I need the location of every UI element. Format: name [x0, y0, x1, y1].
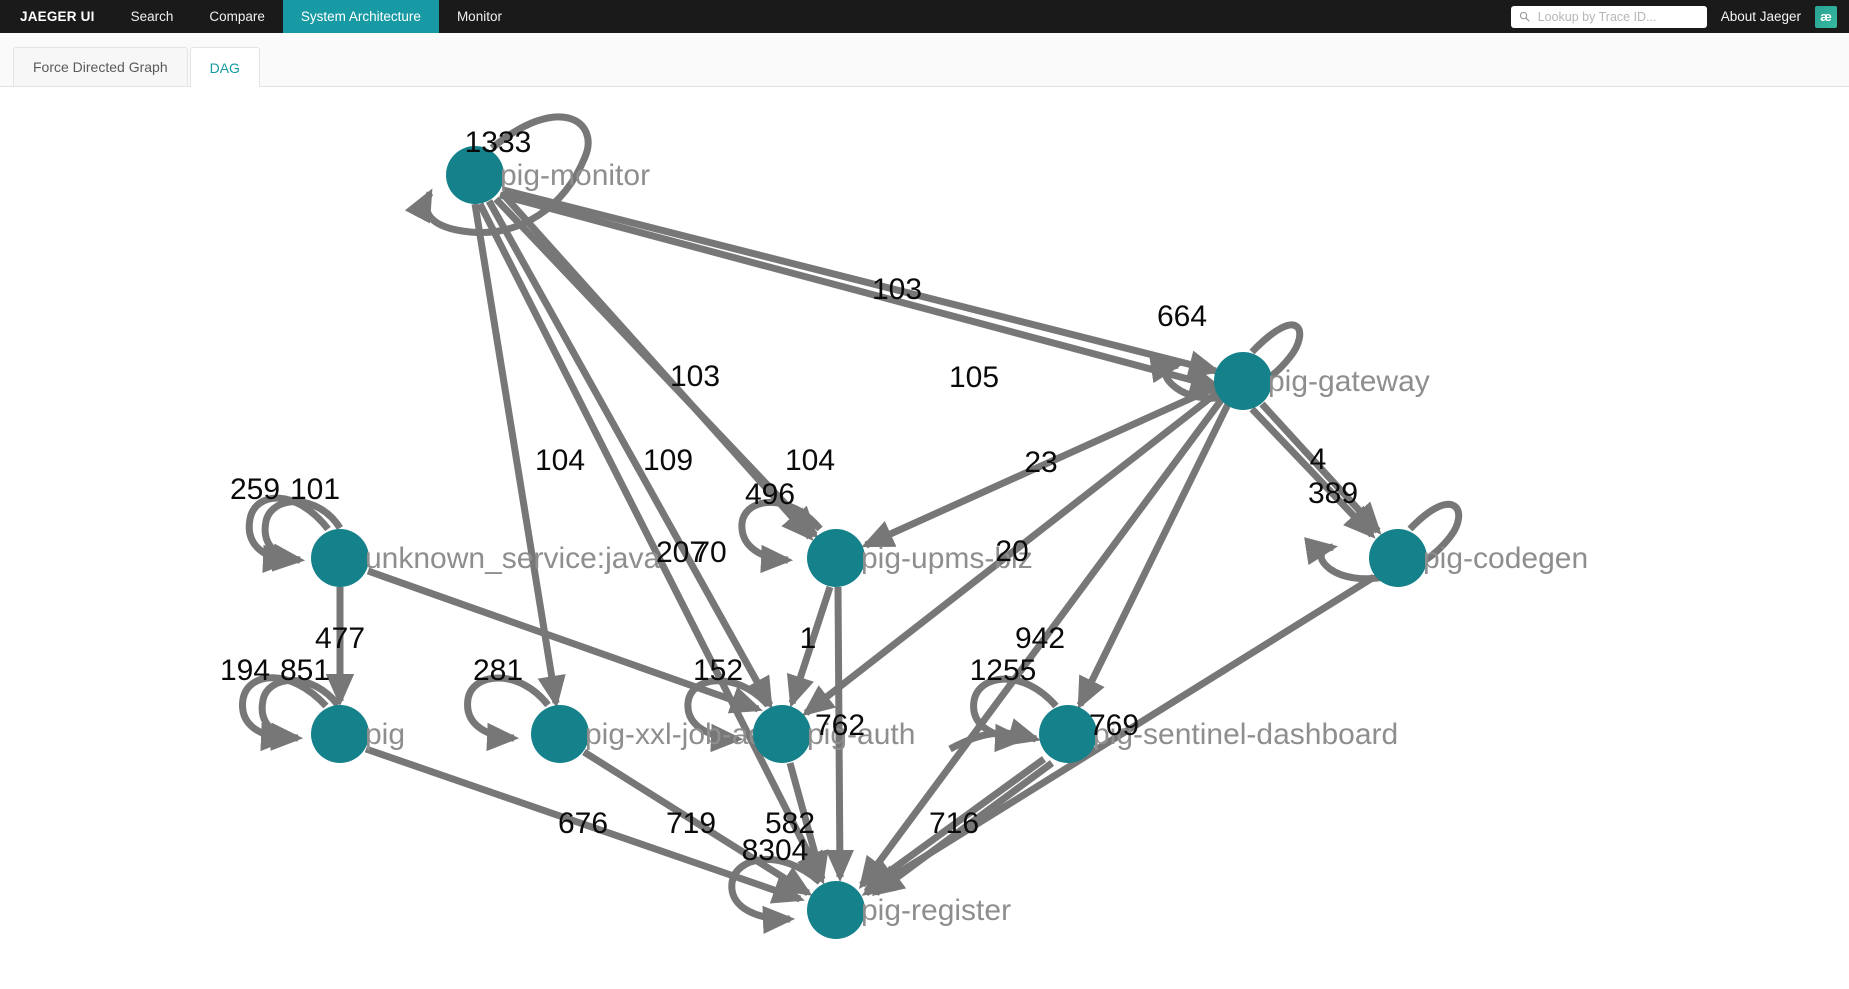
node-pig-codegen[interactable]: pig-codegen — [1369, 529, 1588, 587]
edge-label: 152 — [693, 654, 743, 687]
edge-label: 851 — [280, 654, 330, 687]
search-input[interactable] — [1535, 8, 1699, 25]
dag-svg: pig-monitor pig-gateway pig-codegen unkn… — [220, 113, 1588, 939]
edge-label: 676 — [558, 807, 608, 840]
node-circle-pig-gateway[interactable] — [1214, 352, 1272, 410]
edge-monitor-to-codegen — [499, 191, 1223, 394]
edge-label: 259 — [230, 473, 280, 506]
edge-label: 70 — [693, 536, 726, 569]
search-icon — [1519, 11, 1530, 22]
edge-label: 8304 — [742, 834, 809, 867]
node-circle-unknown-service-java[interactable] — [311, 529, 369, 587]
node-pig-register[interactable]: pig-register — [807, 881, 1011, 939]
edge-monitor-to-gateway — [502, 186, 1221, 379]
edge-label: 477 — [315, 622, 365, 655]
edge-label: 23 — [1024, 446, 1057, 479]
trace-id-search-box[interactable] — [1510, 5, 1707, 28]
node-circle-pig[interactable] — [311, 705, 369, 763]
node-label-pig-monitor: pig-monitor — [500, 159, 650, 192]
node-unknown-service-java[interactable]: unknown_service:java — [311, 529, 660, 587]
tab-force-directed-graph[interactable]: Force Directed Graph — [13, 47, 188, 86]
nav-item-monitor[interactable]: Monitor — [439, 0, 520, 33]
node-label-pig-codegen: pig-codegen — [1423, 542, 1588, 575]
node-label-pig-register: pig-register — [861, 894, 1011, 927]
node-circle-pig-upms-biz[interactable] — [807, 529, 865, 587]
jaeger-logo-icon[interactable]: æ — [1815, 5, 1837, 28]
about-jaeger-link[interactable]: About Jaeger — [1721, 9, 1801, 24]
node-circle-pig-register[interactable] — [807, 881, 865, 939]
edge-label: 1255 — [970, 654, 1037, 687]
view-tab-bar: Force Directed Graph DAG — [0, 33, 1849, 87]
node-pig-gateway[interactable]: pig-gateway — [1214, 352, 1430, 410]
node-circle-pig-codegen[interactable] — [1369, 529, 1427, 587]
edge-label: 194 — [220, 654, 270, 687]
nav-item-system-architecture[interactable]: System Architecture — [282, 0, 439, 33]
nav-item-compare[interactable]: Compare — [191, 0, 283, 33]
nav-item-search[interactable]: Search — [113, 0, 192, 33]
jaeger-ui-app: JAEGER UI Search Compare System Architec… — [0, 0, 1849, 989]
edge-label: 389 — [1308, 477, 1358, 510]
edge-label: 762 — [815, 709, 865, 742]
edge-label: 716 — [929, 807, 979, 840]
edge-label: 769 — [1089, 709, 1139, 742]
node-circle-pig-auth[interactable] — [753, 705, 811, 763]
node-circle-pig-xxl-job-admin[interactable] — [531, 705, 589, 763]
edge-label: 101 — [290, 473, 340, 506]
edge-label: 1 — [800, 622, 817, 655]
edge-label: 496 — [745, 478, 795, 511]
edge-label: 104 — [785, 444, 835, 477]
edge-label: 103 — [872, 273, 922, 306]
node-label-unknown-service-java: unknown_service:java — [365, 542, 660, 575]
brand-logo-text[interactable]: JAEGER UI — [0, 0, 113, 33]
edge-label: 719 — [666, 807, 716, 840]
edge-label: 20 — [995, 535, 1028, 568]
tab-dag[interactable]: DAG — [189, 47, 260, 87]
edge-label: 1333 — [465, 126, 532, 159]
edge-label: 664 — [1157, 300, 1207, 333]
edge-label: 104 — [535, 444, 585, 477]
edge-label: 942 — [1015, 622, 1065, 655]
node-label-pig-gateway: pig-gateway — [1268, 365, 1430, 398]
dag-graph-canvas[interactable]: pig-monitor pig-gateway pig-codegen unkn… — [0, 87, 1849, 989]
edge-label: 109 — [643, 444, 693, 477]
edge-label: 105 — [949, 361, 999, 394]
edge-label: 103 — [670, 360, 720, 393]
edges-layer — [239, 113, 1463, 935]
top-navigation-bar: JAEGER UI Search Compare System Architec… — [0, 0, 1849, 33]
nav-right-group: About Jaeger æ — [1510, 0, 1849, 33]
edge-label: 281 — [473, 654, 523, 687]
edge-label: 4 — [1310, 443, 1327, 476]
node-label-pig: pig — [365, 718, 405, 751]
